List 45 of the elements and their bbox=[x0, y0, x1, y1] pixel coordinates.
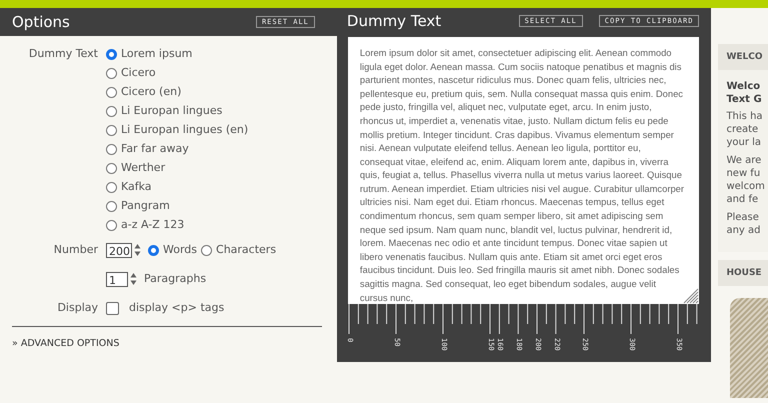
advanced-options-link[interactable]: » ADVANCED OPTIONS bbox=[12, 338, 120, 349]
radio-label[interactable]: Li Europan lingues (en) bbox=[121, 122, 248, 138]
paragraph: This ha create your la bbox=[726, 110, 764, 149]
radio-label[interactable]: Characters bbox=[216, 242, 276, 258]
generated-text: Lorem ipsum dolor sit amet, consectetuer adipiscing elit. Aenean commodo ligula eget dolor. Aenean massa. Cum sociis natoque penatibus et magnis dis parturient montes, nascetur ridiculus mus. Donec quam felis, ultricies nec, pellentesque eu, pretium quis, sem. Nulla consequat massa quis enim. Donec pede justo, fringilla vel, aliquet nec, vulputate eget, arcu. In enim justo, rhoncus ut, imperdiet a, venenatis vitae, justo. Nullam dictum felis eu pede mollis pretium. Integer tincidunt. Cras dapibus. Vivamus elementum semper nisi. Aenean vulputate eleifend tellus. Aenean leo ligula, porttitor eu, consequat vitae, eleifend ac, enim. Aliquam lorem ante, dapibus in, viverra quis, feugiat a, tellus. Phasellus viverra nulla ut metus varius laoreet. Quisque rutrum. Aenean imperdiet. Etiam ultricies nisi vel augue. Curabitur ullamcorper ultricies nisi. Nam eget dui. Etiam rhoncus. Maecenas tempus, tellus eget condimentum rhoncus, sem quam semper libero, sit amet adipiscing sem neque sed ipsum. Nam quam nunc, blandit vel, luctus pulvinar, hendrerit id, lorem. Maecenas nec odio et ante tincidunt tempus. Donec vitae sapien ut libero venenatis faucibus. Nullam quis ante. Etiam sit amet orci eget eros faucibus tincidunt. Duis leo. Sed fringilla mauris sit amet nibh. Donec sodales sagittis magna. Sed consequat, leo eget bibendum sodales, augue velit cursus nunc, bbox=[360, 46, 686, 304]
radio-label[interactable]: a-z A-Z 123 bbox=[121, 217, 184, 233]
radio-button[interactable] bbox=[106, 162, 117, 174]
radio-label[interactable]: Lorem ipsum bbox=[121, 46, 192, 62]
radio-button[interactable] bbox=[106, 86, 117, 98]
paragraph: We are new fu welcom and fe bbox=[726, 154, 766, 206]
resize-grip-icon[interactable] bbox=[683, 288, 700, 304]
section-header: WELCO bbox=[718, 44, 768, 70]
radio-label[interactable]: Pangram bbox=[121, 198, 170, 214]
radio-button[interactable] bbox=[106, 68, 117, 78]
radio-label[interactable]: Kafka bbox=[121, 179, 152, 195]
checkbox-label[interactable]: display <p> tags bbox=[129, 300, 224, 316]
radio-label[interactable]: Words bbox=[163, 242, 198, 258]
radio-button[interactable] bbox=[148, 244, 159, 256]
panel-title: Dummy Text bbox=[346, 12, 442, 30]
stepper-icon[interactable] bbox=[130, 272, 137, 286]
number-field[interactable]: 200 bbox=[106, 242, 132, 258]
stepper-icon[interactable] bbox=[134, 243, 141, 257]
radio-label[interactable]: Li Europan lingues bbox=[121, 103, 222, 119]
radio-button[interactable] bbox=[106, 106, 117, 116]
radio-button[interactable] bbox=[106, 220, 117, 230]
section-title: Welco Text G bbox=[726, 80, 763, 106]
radio-button[interactable] bbox=[106, 48, 117, 60]
radio-button[interactable] bbox=[201, 244, 212, 256]
radio-label[interactable]: Werther bbox=[121, 160, 166, 176]
radio-button[interactable] bbox=[106, 144, 117, 154]
section-header: HOUSE bbox=[718, 260, 768, 286]
field-label: Display bbox=[56, 300, 99, 316]
panel-title: Options bbox=[12, 13, 70, 31]
radio-label[interactable]: Cicero bbox=[121, 65, 156, 81]
field-label: Number bbox=[52, 242, 99, 258]
radio-button[interactable] bbox=[106, 200, 117, 212]
field-label: Dummy Text bbox=[28, 46, 99, 62]
radio-label[interactable]: Far far away bbox=[121, 141, 189, 157]
paragraph: Please any ad bbox=[726, 211, 762, 237]
number-field[interactable]: 1 bbox=[106, 272, 128, 286]
checkbox[interactable] bbox=[106, 302, 119, 314]
radio-button[interactable] bbox=[106, 182, 117, 192]
radio-label[interactable]: Cicero (en) bbox=[121, 84, 182, 100]
radio-button[interactable] bbox=[106, 124, 117, 136]
field-label: Paragraphs bbox=[144, 271, 206, 287]
